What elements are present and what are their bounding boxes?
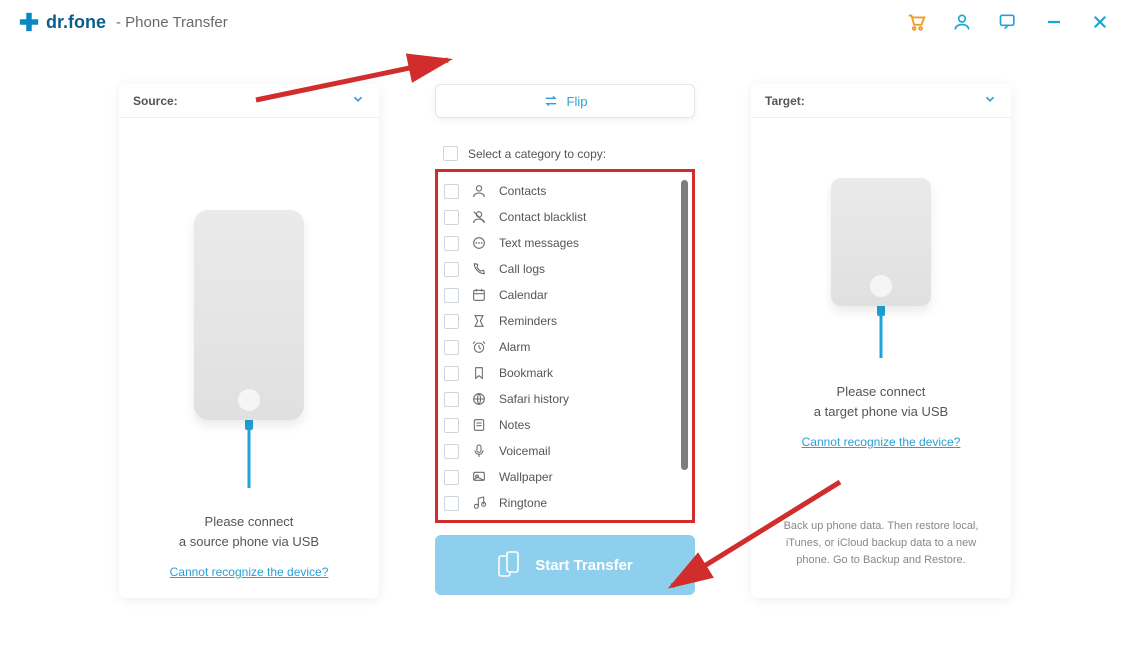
category-row[interactable]: Voicemail: [444, 438, 692, 464]
alarm-icon: [469, 339, 489, 355]
category-checkbox[interactable]: [444, 392, 459, 407]
category-row[interactable]: Calendar: [444, 282, 692, 308]
category-row[interactable]: Text messages: [444, 230, 692, 256]
category-checkbox[interactable]: [444, 262, 459, 277]
contact-icon: [469, 183, 489, 199]
start-label: Start Transfer: [535, 557, 633, 574]
brand-name: dr.fone: [46, 12, 106, 33]
target-footer-text: Back up phone data. Then restore local, …: [751, 504, 1011, 591]
category-checkbox[interactable]: [444, 184, 459, 199]
source-body: Please connect a source phone via USB Ca…: [119, 118, 379, 598]
category-row[interactable]: Wallpaper: [444, 464, 692, 490]
source-connect-text: Please connect a source phone via USB: [179, 512, 319, 551]
messages-icon: [469, 235, 489, 251]
calendar-icon: [469, 287, 489, 303]
category-checkbox[interactable]: [444, 340, 459, 355]
category-checkbox[interactable]: [444, 418, 459, 433]
plus-logo-icon: [18, 11, 40, 33]
category-frame-annotation: Contacts Contact blacklist Text messages Ca…: [435, 169, 695, 523]
flip-label: Flip: [567, 94, 588, 109]
select-all-row: Select a category to copy:: [435, 146, 695, 161]
ringtone-icon: [469, 495, 489, 511]
phone-placeholder-icon: [194, 210, 304, 420]
page-title: - Phone Transfer: [116, 14, 228, 31]
category-row[interactable]: Alarm: [444, 334, 692, 360]
category-row[interactable]: Reminders: [444, 308, 692, 334]
category-checkbox[interactable]: [444, 366, 459, 381]
source-card: Source: Please connect a source phone vi…: [119, 84, 379, 598]
brand-logo: dr.fone: [18, 11, 106, 33]
chevron-down-icon: [983, 92, 997, 109]
user-icon[interactable]: [950, 10, 974, 34]
category-label: Voicemail: [499, 444, 550, 458]
phone-placeholder-icon: [831, 178, 931, 306]
feedback-icon[interactable]: [996, 10, 1020, 34]
select-all-checkbox[interactable]: [443, 146, 458, 161]
bookmark-icon: [469, 365, 489, 381]
category-row[interactable]: Bookmark: [444, 360, 692, 386]
start-transfer-button[interactable]: Start Transfer: [435, 535, 695, 595]
category-checkbox[interactable]: [444, 314, 459, 329]
header-right: [904, 10, 1112, 34]
minimize-icon[interactable]: [1042, 10, 1066, 34]
select-prompt: Select a category to copy:: [468, 147, 606, 161]
source-label: Source:: [133, 94, 178, 108]
header-left: dr.fone - Phone Transfer: [18, 11, 228, 33]
target-header[interactable]: Target:: [751, 84, 1011, 118]
category-checkbox[interactable]: [444, 236, 459, 251]
category-label: Call logs: [499, 262, 545, 276]
category-label: Safari history: [499, 392, 569, 406]
category-label: Contacts: [499, 184, 546, 198]
notes-icon: [469, 417, 489, 433]
category-row[interactable]: Call logs: [444, 256, 692, 282]
category-label: Alarm: [499, 340, 530, 354]
usb-cable-icon: [241, 418, 257, 488]
source-recognize-link[interactable]: Cannot recognize the device?: [170, 565, 329, 579]
wallpaper-icon: [469, 469, 489, 485]
category-checkbox[interactable]: [444, 470, 459, 485]
chevron-down-icon: [351, 92, 365, 109]
category-row[interactable]: Contact blacklist: [444, 204, 692, 230]
category-label: Contact blacklist: [499, 210, 586, 224]
flip-icon: [543, 93, 559, 109]
safari-history-icon: [469, 391, 489, 407]
category-label: Text messages: [499, 236, 579, 250]
target-body: Please connect a target phone via USB Ca…: [751, 118, 1011, 504]
flip-button[interactable]: Flip: [435, 84, 695, 118]
transfer-phones-icon: [497, 550, 523, 580]
category-label: Wallpaper: [499, 470, 553, 484]
category-row[interactable]: Safari history: [444, 386, 692, 412]
category-row[interactable]: Notes: [444, 412, 692, 438]
target-recognize-link[interactable]: Cannot recognize the device?: [802, 435, 961, 449]
target-label: Target:: [765, 94, 805, 108]
category-list[interactable]: Contacts Contact blacklist Text messages Ca…: [444, 178, 692, 520]
cart-icon[interactable]: [904, 10, 928, 34]
category-label: Bookmark: [499, 366, 553, 380]
category-row[interactable]: Contacts: [444, 178, 692, 204]
scrollbar-thumb[interactable]: [681, 180, 688, 470]
category-label: Calendar: [499, 288, 548, 302]
call-logs-icon: [469, 261, 489, 277]
usb-cable-icon: [873, 304, 889, 358]
category-label: Ringtone: [499, 496, 547, 510]
category-row[interactable]: Ringtone: [444, 490, 692, 516]
category-label: Reminders: [499, 314, 557, 328]
reminders-icon: [469, 313, 489, 329]
voicemail-icon: [469, 443, 489, 459]
target-card: Target: Please connect a target phone vi…: [751, 84, 1011, 598]
category-checkbox[interactable]: [444, 496, 459, 511]
category-checkbox[interactable]: [444, 444, 459, 459]
category-label: Notes: [499, 418, 530, 432]
main-stage: Source: Please connect a source phone vi…: [0, 44, 1130, 598]
app-header: dr.fone - Phone Transfer: [0, 0, 1130, 44]
target-connect-text: Please connect a target phone via USB: [814, 382, 948, 421]
close-icon[interactable]: [1088, 10, 1112, 34]
category-checkbox[interactable]: [444, 210, 459, 225]
category-checkbox[interactable]: [444, 288, 459, 303]
middle-panel: Flip Select a category to copy: Contacts…: [435, 84, 695, 598]
category-row[interactable]: Voice Memos: [444, 516, 692, 520]
source-header[interactable]: Source:: [119, 84, 379, 118]
contact-blacklist-icon: [469, 209, 489, 225]
